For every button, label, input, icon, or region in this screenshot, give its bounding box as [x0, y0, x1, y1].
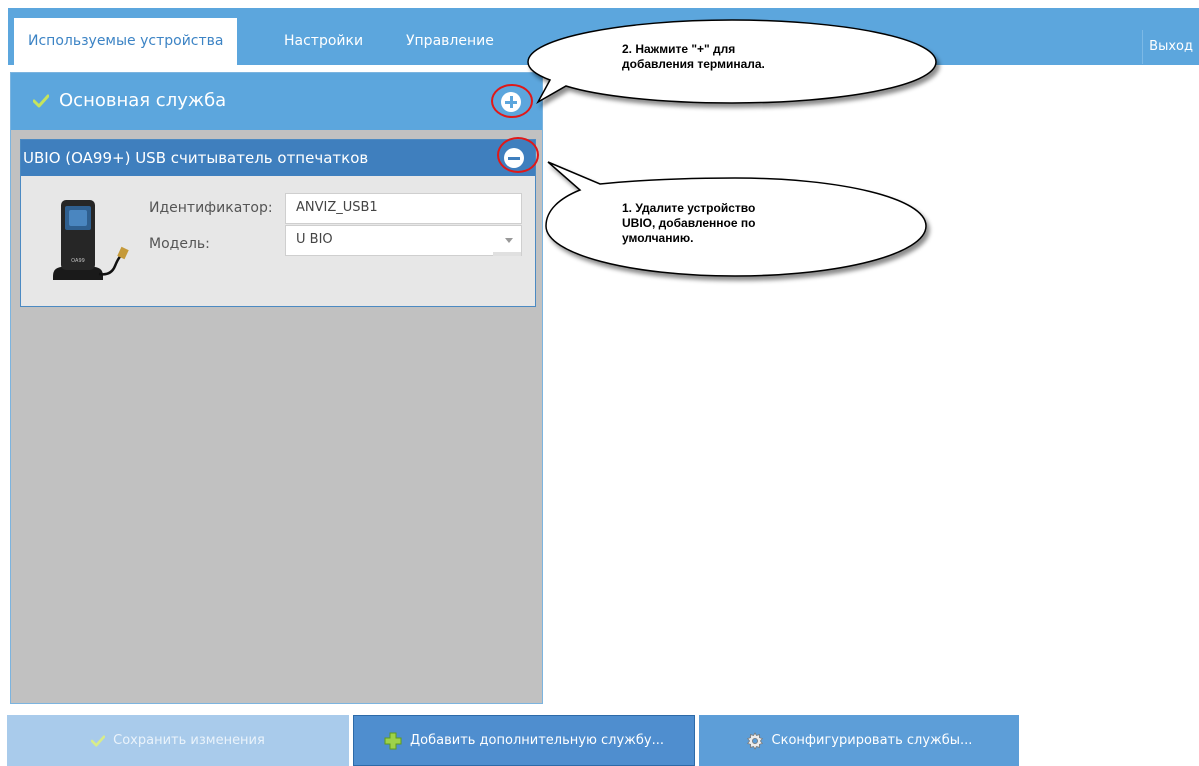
top-nav-bar: Используемые устройства Настройки Управл…	[8, 8, 1199, 65]
model-label: Модель:	[149, 236, 210, 252]
chevron-down-icon	[505, 238, 513, 243]
remove-hint-text-3: умолчанию.	[622, 231, 694, 245]
check-icon	[91, 734, 106, 747]
id-label: Идентификатор:	[149, 200, 273, 216]
add-service-button[interactable]: Добавить дополнительную службу...	[353, 715, 695, 766]
device-title: UBIO (OA99+) USB считыватель отпечатков	[23, 149, 369, 167]
model-select[interactable]: U BIO	[285, 225, 522, 256]
id-input[interactable]: ANVIZ_USB1	[285, 193, 522, 224]
tab-devices[interactable]: Используемые устройства	[14, 18, 238, 65]
plus-highlight-ring	[491, 84, 533, 118]
model-select-value: U BIO	[296, 232, 333, 247]
service-panel: Основная служба UBIO (OA99+) USB считыва…	[10, 72, 543, 704]
minus-highlight-ring	[497, 137, 539, 173]
device-model-marking: OA99	[71, 258, 85, 264]
remove-hint-text-1: 1. Удалите устройство	[622, 201, 756, 215]
save-changes-label: Сохранить изменения	[113, 733, 265, 748]
configure-services-button[interactable]: Сконфигурировать службы...	[699, 715, 1019, 766]
remove-hint-text-2: UBIO, добавленное по	[622, 216, 756, 230]
save-changes-button[interactable]: Сохранить изменения	[7, 715, 349, 766]
service-title: Основная служба	[59, 90, 227, 111]
service-title-group: Основная служба	[33, 90, 226, 111]
add-hint-text-2: добавления терминала.	[622, 57, 765, 71]
device-card: UBIO (OA99+) USB считыватель отпечатков …	[20, 139, 536, 307]
add-hint-text-1: 2. Нажмите "+" для	[622, 42, 736, 56]
check-icon	[33, 94, 49, 107]
device-header: UBIO (OA99+) USB считыватель отпечатков	[21, 140, 535, 176]
service-header: Основная служба	[11, 73, 542, 130]
exit-button[interactable]: Выход	[1142, 30, 1199, 64]
fingerprint-reader-image: OA99	[53, 200, 129, 280]
tab-settings[interactable]: Настройки	[284, 18, 363, 65]
plus-icon	[384, 732, 402, 749]
select-bottom-bar	[493, 252, 521, 256]
gear-icon	[746, 731, 763, 750]
tab-management[interactable]: Управление	[406, 18, 494, 65]
add-service-label: Добавить дополнительную службу...	[409, 733, 664, 748]
configure-services-label: Сконфигурировать службы...	[771, 733, 973, 748]
